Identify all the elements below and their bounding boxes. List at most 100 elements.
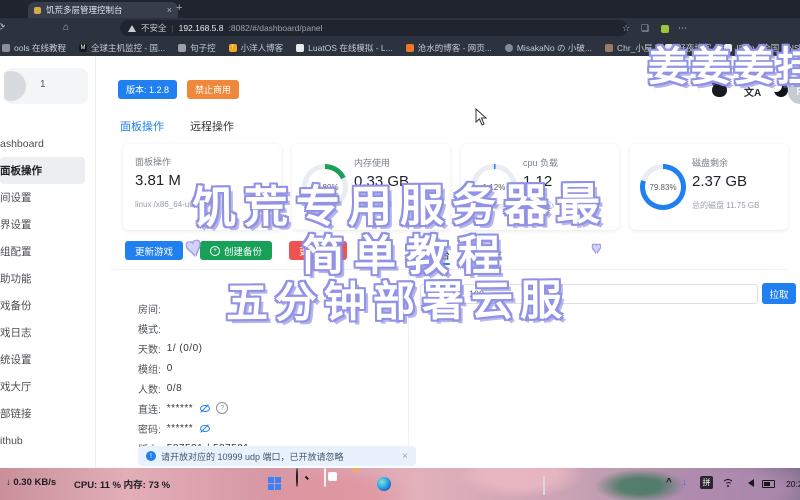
bookmark-item[interactable]: 句子控	[178, 42, 216, 54]
memory-usage: 内存: 73 %	[124, 480, 170, 491]
avatar	[4, 71, 26, 101]
sidebar-item-github[interactable]: ithub	[0, 427, 95, 454]
bookmark-item[interactable]: ools 在线教程	[2, 42, 66, 54]
battery-icon[interactable]	[762, 480, 775, 488]
bookmark-favicon	[178, 44, 186, 52]
sidebar-item-label: 间设置	[0, 190, 32, 205]
bookmark-favicon	[406, 44, 414, 52]
user-badge: 1	[40, 79, 46, 90]
bookmark-item[interactable]: M 全球主机监控 - 国...	[79, 42, 165, 54]
sidebar-item-room-settings[interactable]: 间设置	[0, 184, 95, 211]
bookmark-item[interactable]: Chr_小屋	[605, 42, 652, 54]
cpu-usage: CPU: 11 %	[74, 480, 121, 491]
sidebar-item-label: 部链接	[0, 406, 32, 421]
form-label: 人数:	[138, 381, 161, 396]
split-screen-icon[interactable]: ❏	[641, 23, 649, 34]
disk-ring-chart: 79.83%	[640, 164, 686, 210]
bookmark-label: ools 在线教程	[14, 42, 66, 54]
volume-icon[interactable]	[744, 479, 754, 487]
watermark-line-3: 五分钟部署云服	[226, 267, 570, 331]
tab-remote-ops[interactable]: 远程操作	[190, 118, 234, 134]
sidebar-item-world-settings[interactable]: 界设置	[0, 211, 95, 238]
sidebar-item-panel-ops[interactable]: 面板操作	[0, 157, 85, 184]
badge-row: 版本: 1.2.8 禁止商用	[118, 80, 239, 99]
refresh-icon[interactable]: ⟳	[0, 22, 5, 33]
button-label: 更新游戏	[135, 244, 173, 258]
form-row-direct-connect: 直连: ****** ?	[138, 398, 249, 418]
sidebar-item-game-lobby[interactable]: 戏大厅	[0, 373, 95, 400]
sidebar-item-label: 戏日志	[0, 325, 32, 340]
sidebar-item-external-links[interactable]: 部链接	[0, 400, 95, 427]
address-bar[interactable]: 不安全 | 192.168.5.8:8082/#/dashboard/panel	[120, 20, 628, 36]
bookmark-item[interactable]: LuatOS 在线模拟 - L...	[296, 42, 393, 54]
wifi-icon[interactable]	[722, 479, 734, 489]
new-tab-button[interactable]: +	[176, 2, 182, 14]
tray-expand-icon[interactable]: ^	[666, 477, 672, 488]
form-label: 直连:	[138, 401, 161, 416]
alert-text: 请开放对应的 10999 udp 端口，已开放请忽略	[161, 450, 397, 463]
stat-title: 内存使用	[354, 156, 390, 169]
taskbar: ↓ 0.30 KB/s CPU: 11 % 内存: 73 % ^ ↓ 拼 20:…	[0, 468, 800, 500]
sidebar-item-game-log[interactable]: 戏日志	[0, 319, 95, 346]
form-value: 0/8	[167, 383, 182, 394]
sidebar-item-dashboard[interactable]: ashboard	[0, 130, 95, 157]
eye-off-icon[interactable]	[199, 404, 211, 413]
mouse-cursor	[475, 108, 487, 126]
windows-start-icon[interactable]	[268, 477, 281, 490]
sidebar-item-mod-config[interactable]: 组配置	[0, 238, 95, 265]
bookmark-item[interactable]: MisakaNo の 小破...	[505, 42, 592, 54]
taskbar-app-icon[interactable]	[543, 476, 545, 495]
sidebar-item-label: 统设置	[0, 352, 32, 367]
sidebar-item-label: ithub	[0, 435, 23, 447]
bookmark-label: 句子控	[190, 42, 216, 54]
bookmark-label: 全球主机监控 - 国...	[91, 42, 165, 54]
tab-favicon	[34, 7, 41, 14]
sidebar-menu: ashboard 面板操作 间设置 界设置 组配置 助功能 戏备份 戏日志 统设…	[0, 130, 95, 454]
bookmark-label: LuatOS 在线模拟 - L...	[308, 42, 393, 54]
sidebar: 1 ashboard 面板操作 间设置 界设置 组配置 助功能 戏备份 戏日志 …	[0, 56, 96, 468]
ime-indicator[interactable]: 拼	[700, 476, 713, 489]
sidebar-item-label: 戏大厅	[0, 379, 32, 394]
form-label: 模式:	[138, 321, 161, 336]
help-circle-icon[interactable]: ?	[216, 402, 228, 414]
heart-small-icon: ♥	[592, 240, 601, 257]
form-value: ******	[167, 423, 193, 434]
sidebar-item-assist[interactable]: 助功能	[0, 265, 95, 292]
browser-tab[interactable]: 饥荒多层管理控制台 ×	[28, 2, 178, 18]
bookmark-favicon	[505, 44, 513, 52]
create-backup-button[interactable]: +创建备份	[200, 241, 272, 260]
bookmark-item[interactable]: 沧水的博客 - 网页...	[406, 42, 492, 54]
pull-log-button[interactable]: 拉取	[762, 283, 796, 304]
alert-close-icon[interactable]: ×	[402, 451, 408, 462]
edge-browser-icon[interactable]	[377, 477, 391, 491]
cpu-mem-monitor: CPU: 11 % 内存: 73 %	[74, 477, 170, 491]
button-label: 创建备份	[224, 244, 262, 258]
sidebar-item-game-backup[interactable]: 戏备份	[0, 292, 95, 319]
tab-close-icon[interactable]: ×	[167, 5, 172, 15]
form-label: 密码:	[138, 421, 161, 436]
eye-off-icon[interactable]	[199, 424, 211, 433]
favorite-star-icon[interactable]: ☆	[622, 23, 630, 34]
not-secure-icon	[128, 25, 136, 32]
search-icon[interactable]	[296, 468, 298, 487]
license-badge: 禁止商用	[187, 80, 239, 99]
form-label: 模组:	[138, 361, 161, 376]
bookmark-item[interactable]: ! 小洋人博客	[229, 42, 284, 54]
update-game-button[interactable]: 更新游戏	[125, 241, 183, 260]
extension-icon[interactable]	[661, 25, 669, 33]
form-value: 1/ (0/0)	[167, 343, 203, 354]
sidebar-item-system-settings[interactable]: 统设置	[0, 346, 95, 373]
form-label: 房间:	[138, 301, 161, 316]
user-card[interactable]: 1	[4, 68, 88, 104]
task-view-icon[interactable]	[324, 468, 326, 487]
form-row-password: 密码: ******	[138, 418, 249, 438]
form-value: 0	[167, 363, 173, 374]
stat-value: 2.37 GB	[692, 173, 747, 190]
home-icon[interactable]: ⌂	[63, 22, 69, 33]
stat-card-disk: 79.83% 磁盘剩余 2.37 GB 总的磁盘 11.75 GB	[630, 144, 788, 230]
version-badge: 版本: 1.2.8	[118, 80, 177, 99]
browser-menu-icon[interactable]: ⋯	[678, 23, 687, 34]
browser-tab-bar: 饥荒多层管理控制台 × +	[0, 0, 800, 18]
download-arrow-icon[interactable]: ↓	[682, 477, 687, 488]
tab-panel-ops[interactable]: 面板操作	[120, 118, 164, 134]
